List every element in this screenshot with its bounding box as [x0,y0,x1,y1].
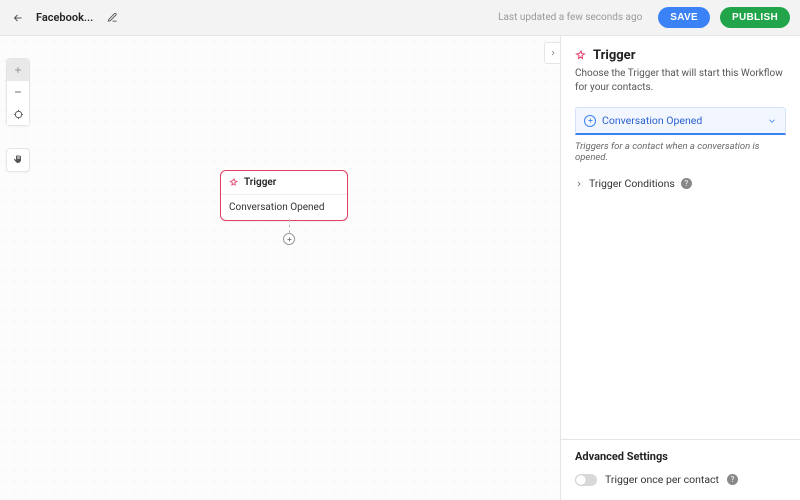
trigger-node-title: Trigger [244,177,276,188]
conversation-opened-icon [584,115,596,127]
chevron-right-icon [575,180,583,188]
pan-hand-icon [12,154,24,166]
trigger-type-description: Triggers for a contact when a conversati… [575,141,786,163]
minus-icon [13,87,23,97]
trigger-once-toggle[interactable] [575,474,597,486]
edit-title-button[interactable] [105,11,119,25]
fit-view-button[interactable] [7,103,29,125]
save-button[interactable]: SAVE [658,7,710,28]
plus-icon [286,236,293,243]
chevron-right-icon [549,49,557,57]
trigger-type-value: Conversation Opened [602,114,761,127]
workflow-title: Facebook... [36,11,93,24]
add-step-button[interactable] [283,233,295,245]
trigger-conditions-label: Trigger Conditions [589,177,675,190]
panel-title: Trigger [593,48,635,63]
plus-icon [13,65,23,75]
publish-button[interactable]: PUBLISH [720,7,790,28]
help-icon[interactable]: ? [681,178,692,189]
workflow-canvas[interactable]: Trigger Conversation Opened [0,36,560,500]
advanced-settings-heading: Advanced Settings [575,450,786,463]
trigger-once-label: Trigger once per contact [605,473,719,486]
last-updated-status: Last updated a few seconds ago [498,12,642,23]
crosshair-icon [13,109,24,120]
zoom-in-button[interactable] [7,59,29,81]
panel-spark-icon [575,50,587,62]
back-button[interactable] [10,10,26,26]
trigger-node[interactable]: Trigger Conversation Opened [220,170,348,221]
zoom-out-button[interactable] [7,81,29,103]
trigger-conditions-toggle[interactable]: Trigger Conditions ? [575,177,786,190]
trigger-type-select[interactable]: Conversation Opened [575,107,786,135]
help-icon[interactable]: ? [727,474,738,485]
chevron-down-icon [767,116,777,126]
pan-tool-button[interactable] [7,149,29,171]
trigger-config-panel: Trigger Choose the Trigger that will sta… [560,36,800,500]
panel-subtitle: Choose the Trigger that will start this … [575,67,786,95]
canvas-toolbox [6,58,30,126]
node-connector [283,219,295,245]
trigger-spark-icon [229,178,239,188]
trigger-node-body: Conversation Opened [221,195,347,220]
collapse-panel-button[interactable] [544,42,560,64]
